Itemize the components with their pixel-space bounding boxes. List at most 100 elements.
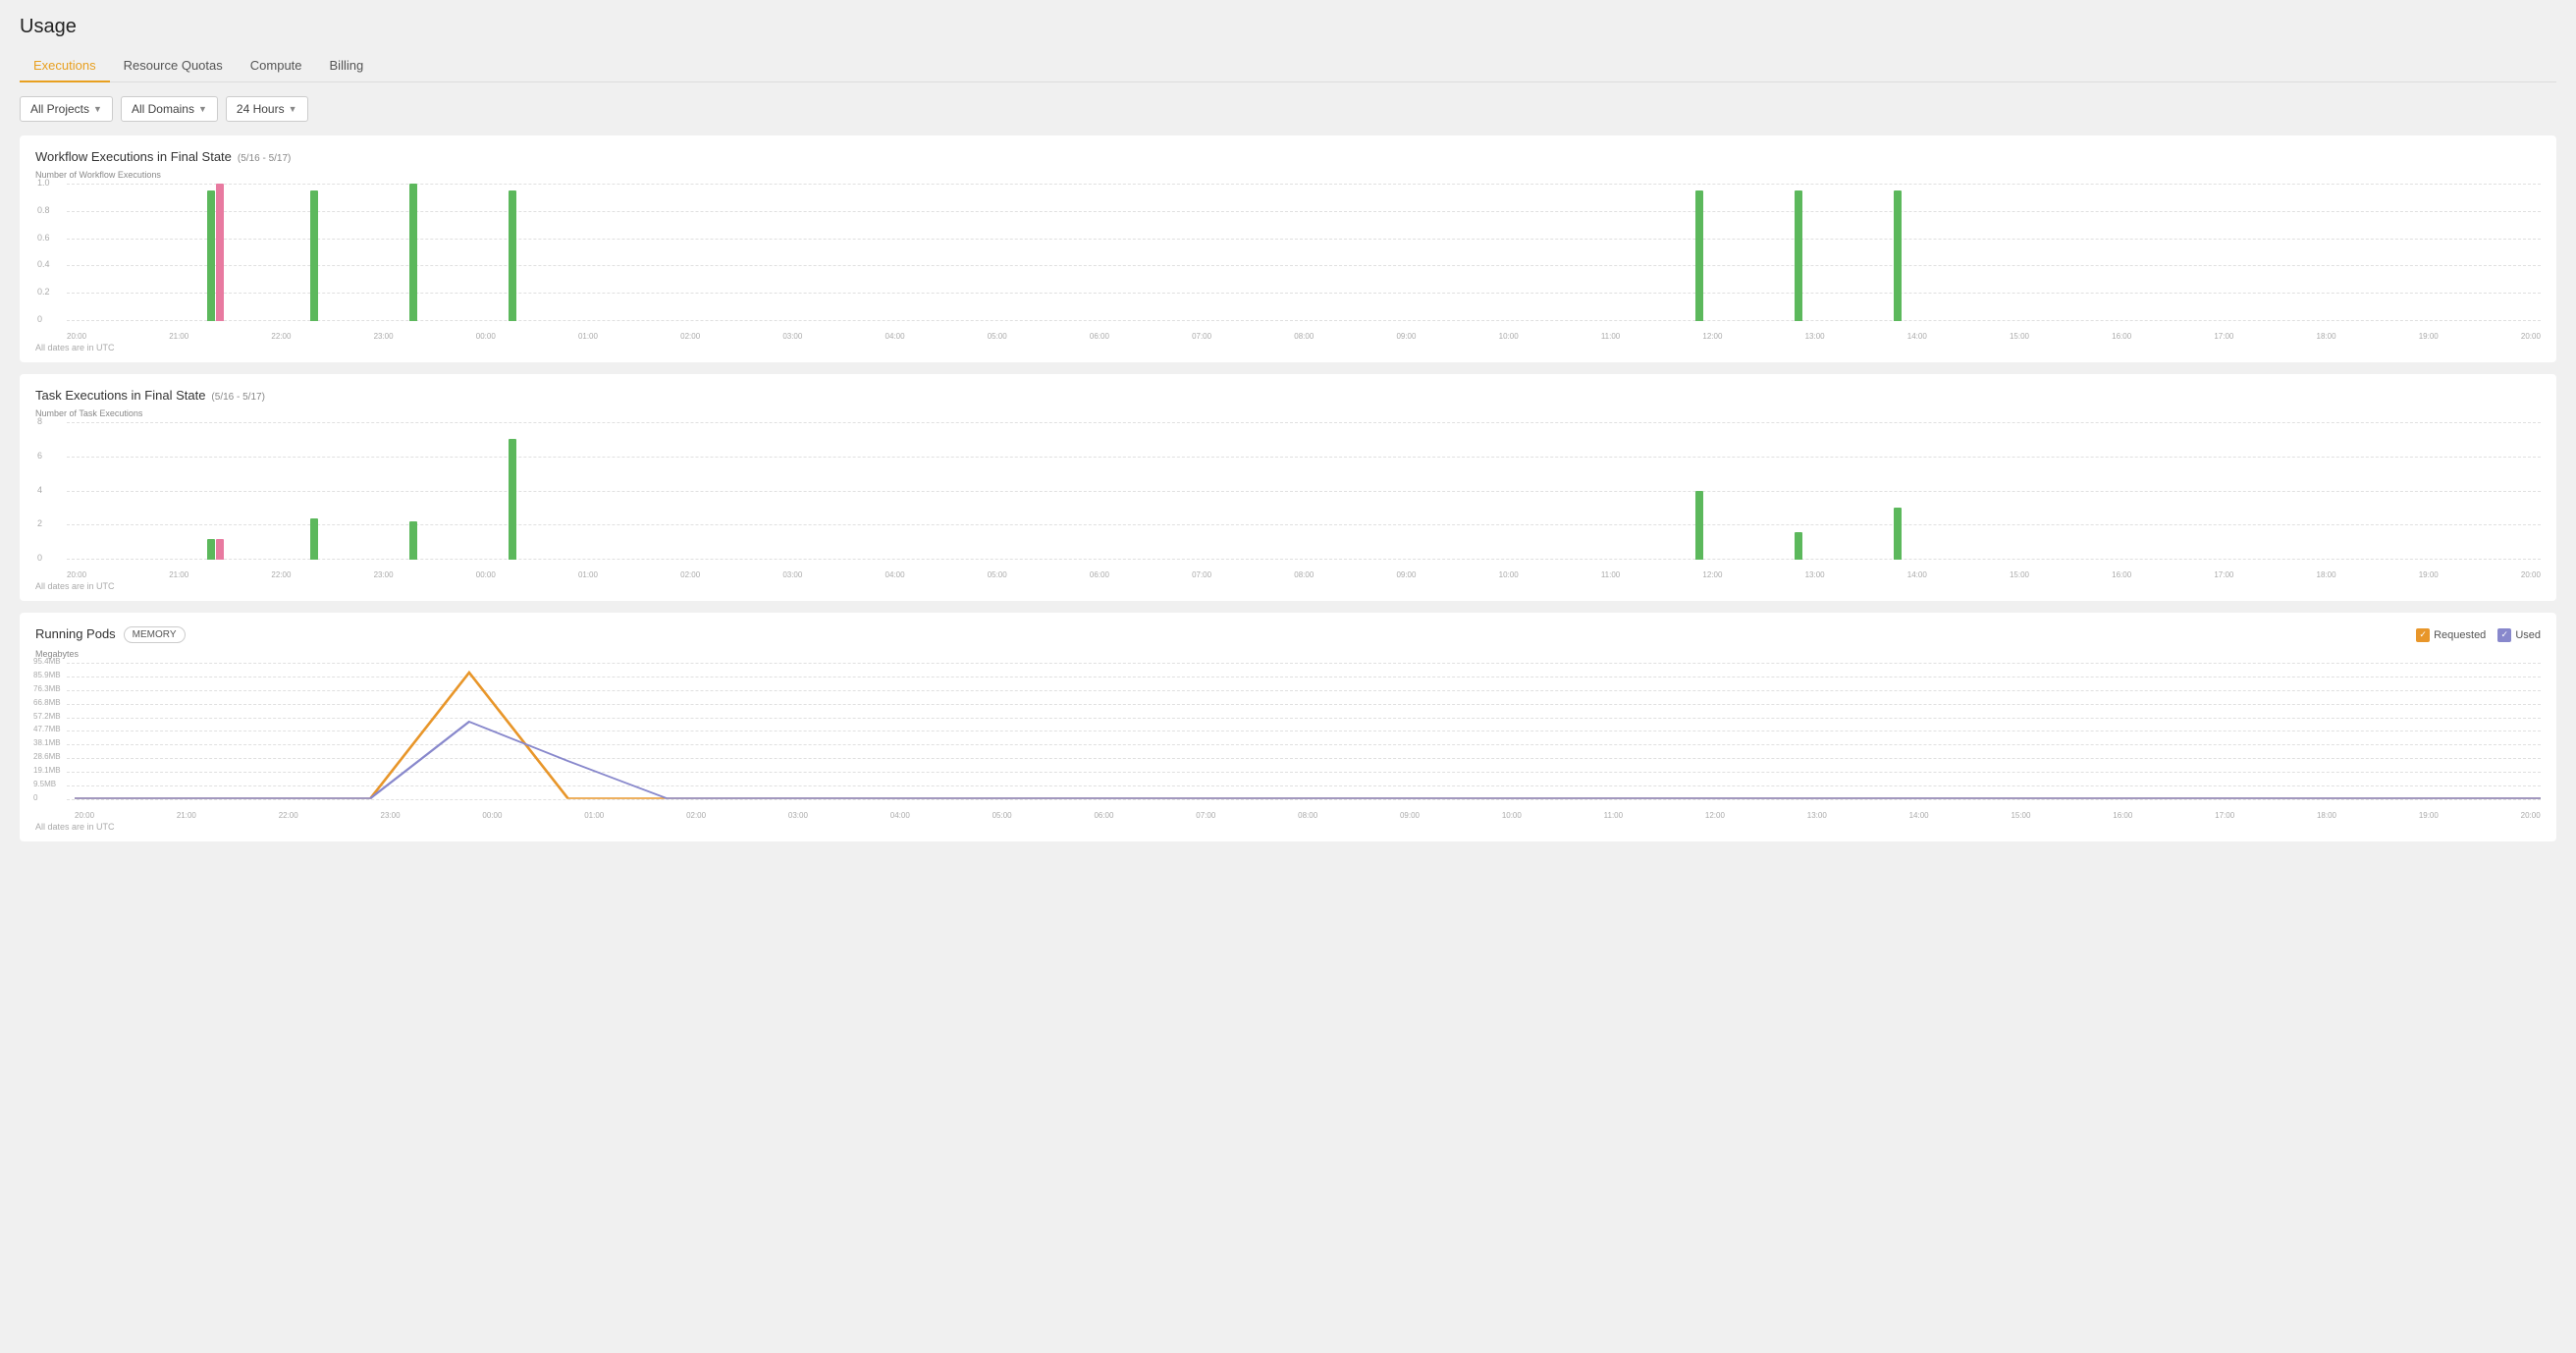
- pods-line-chart: 95.4MB85.9MB76.3MB66.8MB57.2MB47.7MB38.1…: [35, 663, 2541, 820]
- workflow-utc-note: All dates are in UTC: [35, 343, 2541, 352]
- bar-group: [2046, 422, 2145, 560]
- bar-group: [1452, 422, 1551, 560]
- bar-group: [67, 422, 166, 560]
- bar-green: [409, 184, 417, 321]
- workflow-executions-panel: Workflow Executions in Final State (5/16…: [20, 135, 2556, 362]
- bar-group: [1848, 184, 1947, 321]
- bar-group: [957, 422, 1056, 560]
- bar-group: [1255, 184, 1354, 321]
- chevron-down-icon: ▼: [198, 104, 207, 114]
- bar-group: [1650, 422, 1749, 560]
- bar-group: [462, 422, 562, 560]
- running-pods-header: Running Pods MEMORY ✓ Requested ✓ Used: [35, 626, 2541, 643]
- task-y-label: Number of Task Executions: [35, 408, 2541, 418]
- task-chart-title: Task Executions in Final State: [35, 388, 205, 403]
- chevron-down-icon: ▼: [289, 104, 297, 114]
- bar-group: [1749, 422, 1849, 560]
- projects-filter[interactable]: All Projects ▼: [20, 96, 113, 122]
- bar-green: [1695, 190, 1703, 321]
- bar-group: [1947, 422, 2046, 560]
- bar-group: [166, 184, 265, 321]
- bar-green: [409, 521, 417, 560]
- bar-group: [2244, 422, 2343, 560]
- task-executions-panel: Task Executions in Final State (5/16 - 5…: [20, 374, 2556, 601]
- running-pods-panel: Running Pods MEMORY ✓ Requested ✓ Used M…: [20, 613, 2556, 841]
- bar-group: [1353, 422, 1452, 560]
- bar-green: [1795, 190, 1802, 321]
- running-pods-title: Running Pods: [35, 626, 116, 641]
- hours-filter[interactable]: 24 Hours ▼: [226, 96, 308, 122]
- bar-pink: [216, 539, 224, 560]
- bar-group: [363, 184, 462, 321]
- chevron-down-icon: ▼: [93, 104, 102, 114]
- bar-group: [1551, 422, 1650, 560]
- bar-group: [1749, 184, 1849, 321]
- bar-group: [661, 184, 760, 321]
- pods-y-label: Megabytes: [35, 649, 2541, 659]
- bar-group: [2342, 422, 2442, 560]
- workflow-y-label: Number of Workflow Executions: [35, 170, 2541, 180]
- bar-group: [760, 422, 859, 560]
- bar-group: [1056, 422, 1155, 560]
- bar-green: [1795, 532, 1802, 560]
- bar-group: [166, 422, 265, 560]
- bar-group: [957, 184, 1056, 321]
- bar-green: [1894, 508, 1902, 560]
- bar-green: [310, 190, 318, 321]
- tab-resource-quotas[interactable]: Resource Quotas: [110, 50, 237, 82]
- bar-group: [265, 184, 364, 321]
- bar-group: [2145, 184, 2244, 321]
- legend-used: ✓ Used: [2497, 628, 2541, 642]
- bar-group: [858, 184, 957, 321]
- bar-group: [562, 422, 661, 560]
- domains-filter[interactable]: All Domains ▼: [121, 96, 218, 122]
- bar-group: [1947, 184, 2046, 321]
- bar-group: [67, 184, 166, 321]
- filter-bar: All Projects ▼ All Domains ▼ 24 Hours ▼: [20, 96, 2556, 122]
- bar-group: [2145, 422, 2244, 560]
- bar-group: [1155, 422, 1255, 560]
- bar-group: [661, 422, 760, 560]
- bar-pink: [216, 184, 224, 321]
- bar-group: [2244, 184, 2343, 321]
- pods-x-axis: 20:0021:0022:0023:0000:0001:0002:0003:00…: [75, 811, 2541, 820]
- bar-group: [562, 184, 661, 321]
- bar-group: [1848, 422, 1947, 560]
- legend-requested: ✓ Requested: [2416, 628, 2486, 642]
- tab-bar: Executions Resource Quotas Compute Billi…: [20, 50, 2556, 82]
- tab-executions[interactable]: Executions: [20, 50, 110, 82]
- chart-legend: ✓ Requested ✓ Used: [2416, 628, 2541, 642]
- bar-group: [265, 422, 364, 560]
- bar-group: [1255, 422, 1354, 560]
- workflow-x-axis: 20:0021:0022:0023:0000:0001:0002:0003:00…: [67, 332, 2541, 341]
- workflow-chart-daterange: (5/16 - 5/17): [238, 153, 291, 164]
- bar-group: [2442, 184, 2541, 321]
- bar-group: [2442, 422, 2541, 560]
- bar-green: [207, 539, 215, 560]
- bar-group: [1650, 184, 1749, 321]
- bar-group: [363, 422, 462, 560]
- bar-group: [1452, 184, 1551, 321]
- tab-billing[interactable]: Billing: [316, 50, 378, 82]
- workflow-bars: [67, 184, 2541, 321]
- pods-utc-note: All dates are in UTC: [35, 822, 2541, 832]
- task-bars: [67, 422, 2541, 560]
- workflow-bar-chart: 1.00.80.60.40.20 20:0021:0022:0023:0000:…: [35, 184, 2541, 341]
- pods-svg: [75, 663, 2541, 800]
- bar-group: [760, 184, 859, 321]
- task-bar-chart: 86420 20:0021:0022:0023:0000:0001:0002:0…: [35, 422, 2541, 579]
- bar-group: [462, 184, 562, 321]
- bar-group: [2342, 184, 2442, 321]
- bar-group: [1551, 184, 1650, 321]
- bar-group: [1353, 184, 1452, 321]
- bar-group: [2046, 184, 2145, 321]
- bar-group: [1155, 184, 1255, 321]
- bar-green: [310, 518, 318, 560]
- memory-badge[interactable]: MEMORY: [124, 626, 186, 643]
- task-x-axis: 20:0021:0022:0023:0000:0001:0002:0003:00…: [67, 570, 2541, 579]
- used-check-icon: ✓: [2497, 628, 2511, 642]
- tab-compute[interactable]: Compute: [237, 50, 316, 82]
- workflow-chart-title: Workflow Executions in Final State: [35, 149, 232, 164]
- page-title: Usage: [20, 16, 2556, 38]
- bar-group: [858, 422, 957, 560]
